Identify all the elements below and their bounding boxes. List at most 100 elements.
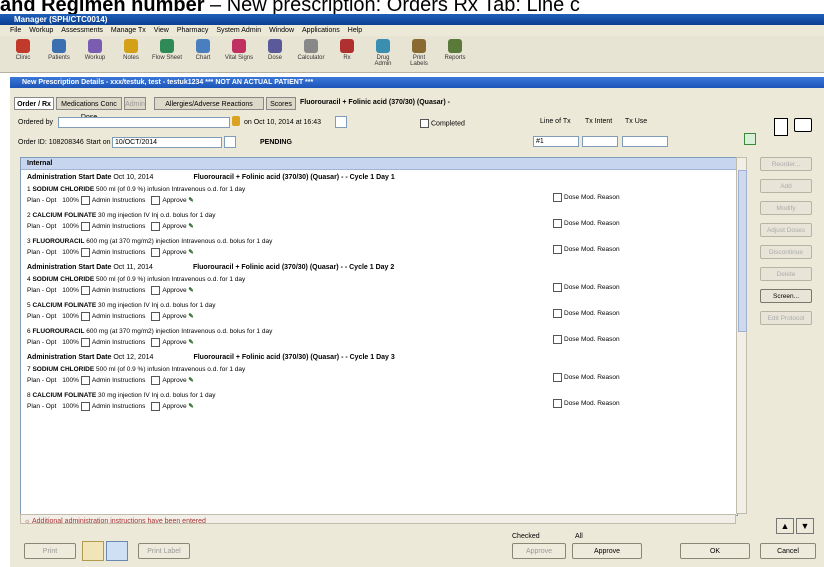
tab-admin[interactable]: Admin xyxy=(124,97,146,110)
print-label-button[interactable]: Print Label xyxy=(138,543,190,559)
toolbar-button[interactable]: Patients xyxy=(44,39,74,69)
pencil-icon[interactable]: ✎ xyxy=(187,403,193,410)
side-action-button[interactable]: Modify xyxy=(760,201,812,215)
tab-scores[interactable]: Scores xyxy=(266,97,296,110)
side-action-button[interactable]: Discontinue xyxy=(760,245,812,259)
user-search-icon[interactable] xyxy=(232,116,240,126)
toolbar-button[interactable]: Workup xyxy=(80,39,110,69)
approve-checkbox[interactable] xyxy=(151,312,161,321)
toolbar-button[interactable]: Dose xyxy=(260,39,290,69)
approve-all-button[interactable]: Approve xyxy=(572,543,642,559)
admin-instructions-checkbox[interactable] xyxy=(80,338,90,347)
menu-item[interactable]: Window xyxy=(269,27,294,34)
menu-item[interactable]: Pharmacy xyxy=(177,27,209,34)
dose-mod-checkbox[interactable] xyxy=(553,245,562,254)
menu-item[interactable]: System Admin xyxy=(216,27,261,34)
side-action-button[interactable]: Edit Protocol xyxy=(760,311,812,325)
resize-grip-icon[interactable] xyxy=(746,520,756,530)
admin-instructions-checkbox[interactable] xyxy=(80,376,90,385)
order-line[interactable]: 1 SODIUM CHLORIDE 500 ml (of 0.9 %) infu… xyxy=(27,186,245,193)
approve-checkbox[interactable] xyxy=(151,376,161,385)
dose-mod-reason[interactable]: Dose Mod. Reason xyxy=(551,373,620,382)
sign-icon[interactable] xyxy=(106,541,128,561)
toolbar-button[interactable]: Clinic xyxy=(8,39,38,69)
pencil-icon[interactable]: ✎ xyxy=(187,377,193,384)
dose-mod-checkbox[interactable] xyxy=(553,219,562,228)
dose-mod-checkbox[interactable] xyxy=(553,399,562,408)
menu-item[interactable]: View xyxy=(154,27,169,34)
pencil-icon[interactable]: ✎ xyxy=(187,313,193,320)
vertical-scroll-thumb[interactable] xyxy=(738,170,747,332)
dose-mod-checkbox[interactable] xyxy=(553,373,562,382)
document-icon[interactable] xyxy=(774,118,788,136)
order-line[interactable]: 2 CALCIUM FOLINATE 30 mg injection IV In… xyxy=(27,212,215,219)
admin-instructions-checkbox[interactable] xyxy=(80,402,90,411)
pencil-icon[interactable]: ✎ xyxy=(187,339,193,346)
admin-instructions-checkbox[interactable] xyxy=(80,222,90,231)
pencil-icon[interactable]: ✎ xyxy=(187,287,193,294)
move-up-button[interactable]: ▲ xyxy=(776,518,794,534)
order-line[interactable]: 8 CALCIUM FOLINATE 30 mg injection IV In… xyxy=(27,392,215,399)
dose-mod-reason[interactable]: Dose Mod. Reason xyxy=(551,193,620,202)
toolbar-button[interactable]: Reports xyxy=(440,39,470,69)
order-line[interactable]: 3 FLUOROURACIL 600 mg (at 370 mg/m2) inj… xyxy=(27,238,272,245)
tab-allergies[interactable]: Allergies/Adverse Reactions xyxy=(154,97,264,110)
side-action-button[interactable]: Adjust Doses xyxy=(760,223,812,237)
print-button[interactable]: Print xyxy=(24,543,76,559)
ordered-by-select[interactable] xyxy=(58,117,230,128)
line-of-tx-select[interactable]: #1 xyxy=(533,136,579,147)
dose-mod-checkbox[interactable] xyxy=(553,283,562,292)
menu-item[interactable]: Applications xyxy=(302,27,340,34)
approve-checkbox[interactable] xyxy=(151,248,161,257)
approve-checkbox[interactable] xyxy=(151,402,161,411)
admin-instructions-checkbox[interactable] xyxy=(80,248,90,257)
tx-use-select[interactable] xyxy=(622,136,668,147)
toolbar-button[interactable]: Vital Signs xyxy=(224,39,254,69)
toolbar-button[interactable]: Drug Admin xyxy=(368,39,398,69)
side-action-button[interactable]: Delete xyxy=(760,267,812,281)
dose-mod-reason[interactable]: Dose Mod. Reason xyxy=(551,309,620,318)
dose-mod-checkbox[interactable] xyxy=(553,309,562,318)
approve-checkbox[interactable] xyxy=(151,286,161,295)
move-down-button[interactable]: ▼ xyxy=(796,518,814,534)
approve-checkbox[interactable] xyxy=(151,338,161,347)
toolbar-button[interactable]: Rx xyxy=(332,39,362,69)
admin-instructions-checkbox[interactable] xyxy=(80,312,90,321)
menu-item[interactable]: Assessments xyxy=(61,27,103,34)
toolbar-button[interactable]: Calculator xyxy=(296,39,326,69)
cancel-button[interactable]: Cancel xyxy=(760,543,816,559)
approve-checked-button[interactable]: Approve xyxy=(512,543,566,559)
pencil-icon[interactable]: ✎ xyxy=(187,197,193,204)
side-action-button[interactable]: Add xyxy=(760,179,812,193)
order-line[interactable]: 4 SODIUM CHLORIDE 500 ml (of 0.9 %) infu… xyxy=(27,276,245,283)
order-line[interactable]: 5 CALCIUM FOLINATE 30 mg injection IV In… xyxy=(27,302,215,309)
approve-checkbox[interactable] xyxy=(151,196,161,205)
start-date-field[interactable]: 10/OCT/2014 xyxy=(112,137,222,148)
printer-icon[interactable] xyxy=(82,541,104,561)
menu-item[interactable]: Manage Tx xyxy=(111,27,146,34)
toolbar-button[interactable]: Notes xyxy=(116,39,146,69)
pencil-icon[interactable]: ✎ xyxy=(187,223,193,230)
toolbar-button[interactable]: Print Labels xyxy=(404,39,434,69)
dose-mod-checkbox[interactable] xyxy=(553,193,562,202)
dose-mod-reason[interactable]: Dose Mod. Reason xyxy=(551,399,620,408)
toolbar-button[interactable]: Chart xyxy=(188,39,218,69)
menu-item[interactable]: Workup xyxy=(29,27,53,34)
dose-mod-reason[interactable]: Dose Mod. Reason xyxy=(551,245,620,254)
menu-item[interactable]: Help xyxy=(348,27,362,34)
dose-mod-checkbox[interactable] xyxy=(553,335,562,344)
refresh-icon[interactable] xyxy=(744,133,756,145)
completed-checkbox[interactable]: Completed xyxy=(418,119,465,128)
tab-medications[interactable]: Medications Conc Dose xyxy=(56,97,122,121)
dose-mod-reason[interactable]: Dose Mod. Reason xyxy=(551,335,620,344)
completed-check-box[interactable] xyxy=(420,119,429,128)
menu-item[interactable]: File xyxy=(10,27,21,34)
side-action-button[interactable]: Screen... xyxy=(760,289,812,303)
pencil-icon[interactable]: ✎ xyxy=(187,249,193,256)
order-line[interactable]: 6 FLUOROURACIL 600 mg (at 370 mg/m2) inj… xyxy=(27,328,272,335)
approve-checkbox[interactable] xyxy=(151,222,161,231)
dose-mod-reason[interactable]: Dose Mod. Reason xyxy=(551,283,620,292)
admin-instructions-checkbox[interactable] xyxy=(80,196,90,205)
start-calendar-icon[interactable] xyxy=(224,136,236,148)
admin-instructions-checkbox[interactable] xyxy=(80,286,90,295)
